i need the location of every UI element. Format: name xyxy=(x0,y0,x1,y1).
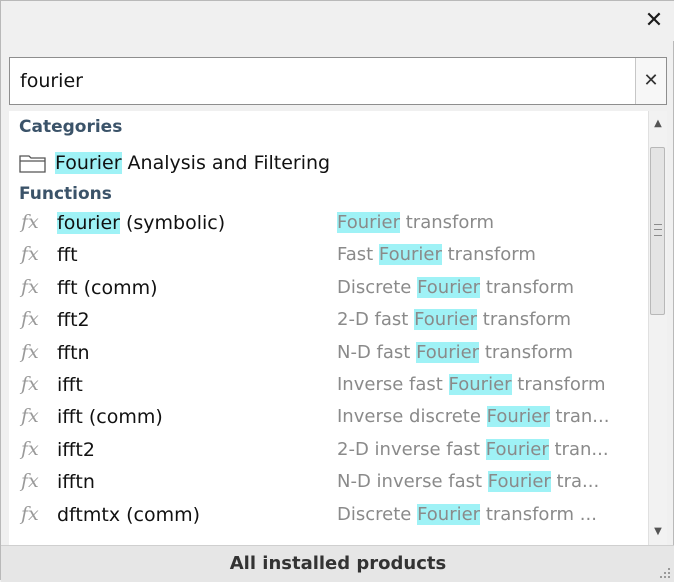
function-description: 2-D fast Fourier transform xyxy=(337,309,572,331)
function-row[interactable]: fx ifft2 2-D inverse fast Fourier tran... xyxy=(9,436,649,469)
function-description: Discrete Fourier transform ... xyxy=(337,503,597,525)
function-description: Inverse discrete Fourier tran... xyxy=(337,406,610,428)
function-row[interactable]: fx ifft (comm) Inverse discrete Fourier tr… xyxy=(9,403,649,436)
fx-icon: fx xyxy=(21,470,39,493)
resize-grip-icon[interactable] xyxy=(659,567,671,579)
function-description: Inverse fast Fourier transform xyxy=(337,374,606,395)
fx-icon: fx xyxy=(21,340,39,363)
function-description: N-D fast Fourier transform xyxy=(337,341,574,363)
scrollbar-thumb[interactable] xyxy=(650,147,665,315)
function-row[interactable]: fx fft2 2-D fast Fourier transform xyxy=(9,306,649,339)
function-name: fft (comm) xyxy=(57,276,158,299)
function-row[interactable]: fx dftmtx (comm) Discrete Fourier transfor… xyxy=(9,501,649,534)
function-row[interactable]: fx fourier (symbolic) Fourier transform xyxy=(9,209,649,242)
fx-icon: fx xyxy=(21,373,39,395)
function-row[interactable]: fx fft (comm) Discrete Fourier transform xyxy=(9,274,649,307)
function-name: ifft2 xyxy=(57,438,95,461)
folder-icon xyxy=(19,155,46,173)
scroll-up-icon[interactable]: ▲ xyxy=(649,115,667,133)
function-name: ifft xyxy=(57,374,83,396)
function-description: Fourier transform xyxy=(337,212,494,233)
grip-icon xyxy=(654,224,662,236)
close-button[interactable]: ✕ xyxy=(641,7,667,35)
function-description: Discrete Fourier transform xyxy=(337,276,575,298)
title-bar: ✕ xyxy=(1,1,674,41)
function-description: N-D inverse fast Fourier tra... xyxy=(337,471,600,493)
footer-bar: All installed products xyxy=(1,545,674,582)
function-row[interactable]: fx fftn N-D fast Fourier transform xyxy=(9,339,649,372)
fx-icon: fx xyxy=(21,275,39,298)
function-name: ifftn xyxy=(57,471,95,494)
fx-icon: fx xyxy=(21,405,39,428)
category-item[interactable]: Fourier Analysis and Filtering xyxy=(19,148,330,178)
function-browser-panel: ✕ ✕ Categories Fourier Analysis and Filt… xyxy=(0,0,674,582)
function-row[interactable]: fx fft Fast Fourier transform xyxy=(9,241,649,274)
function-name: dftmtx (comm) xyxy=(57,503,201,526)
fx-icon: fx xyxy=(21,502,39,525)
search-input[interactable] xyxy=(10,58,638,104)
function-description: 2-D inverse fast Fourier tran... xyxy=(337,438,609,460)
function-name: fft2 xyxy=(57,309,90,332)
fx-icon: fx xyxy=(21,437,39,460)
function-row[interactable]: fx ifftn N-D inverse fast Fourier tra... xyxy=(9,468,649,501)
function-name: ifft (comm) xyxy=(57,406,163,429)
functions-header: Functions xyxy=(19,184,112,204)
all-installed-products-button[interactable]: All installed products xyxy=(1,546,674,582)
function-name: fourier (symbolic) xyxy=(57,212,226,234)
category-label: Fourier Analysis and Filtering xyxy=(55,152,331,174)
function-name: fft xyxy=(57,244,78,267)
fx-icon: fx xyxy=(21,211,39,233)
clear-search-button[interactable]: ✕ xyxy=(635,58,666,104)
scrollbar[interactable]: ▲ ▼ xyxy=(648,111,667,545)
results-list: Categories Fourier Analysis and Filterin… xyxy=(9,111,667,545)
fx-icon: fx xyxy=(21,243,39,266)
categories-header: Categories xyxy=(19,117,123,137)
fx-icon: fx xyxy=(21,308,39,331)
search-box: ✕ xyxy=(9,57,667,105)
function-name: fftn xyxy=(57,341,90,364)
function-description: Fast Fourier transform xyxy=(337,244,536,266)
scroll-down-icon[interactable]: ▼ xyxy=(649,523,667,541)
function-row[interactable]: fx ifft Inverse fast Fourier transform xyxy=(9,371,649,404)
